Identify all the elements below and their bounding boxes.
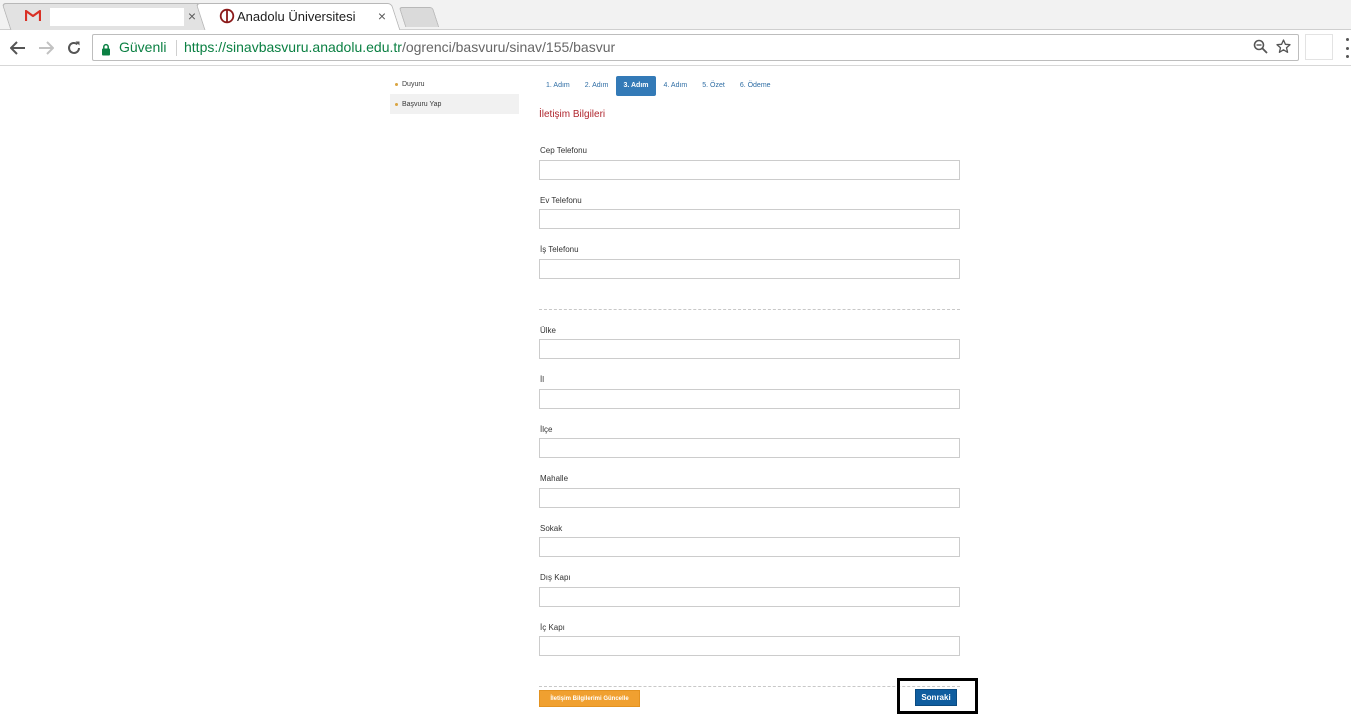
dis-kapi-input[interactable] [539, 587, 960, 607]
step-5[interactable]: 5. Özet [695, 76, 732, 96]
secure-label: Güvenli [119, 39, 167, 55]
dis-kapi-label: Dış Kapı [540, 573, 571, 582]
bullet-icon [395, 102, 398, 106]
step-6[interactable]: 6. Ödeme [733, 76, 778, 96]
ilce-label: İlçe [540, 425, 553, 434]
browser-tab-anadolu[interactable]: Anadolu Üniversitesi × [195, 3, 401, 30]
section-title: İletişim Bilgileri [539, 109, 606, 120]
forward-arrow-icon[interactable] [35, 37, 57, 59]
url-scheme: https:// [184, 39, 227, 55]
sidebar-item-duyuru[interactable]: Duyuru [390, 74, 519, 94]
step-3[interactable]: 3. Adım [616, 76, 656, 96]
tab-title-redacted [50, 8, 184, 26]
mahalle-label: Mahalle [540, 474, 569, 483]
cep-telefonu-label: Cep Telefonu [540, 146, 587, 155]
page-content: Duyuru Başvuru Yap 1. Adım 2. Adım 3. Ad… [0, 67, 1351, 726]
bookmark-star-icon[interactable] [1276, 39, 1291, 58]
section-divider [539, 309, 960, 310]
address-bar[interactable]: Güvenli https://sinavbasvuru.anadolu.edu… [92, 34, 1299, 61]
ev-telefonu-label: Ev Telefonu [540, 196, 582, 205]
url-host: sinavbasvuru.anadolu.edu.tr [226, 39, 402, 55]
browser-tab-bar: × Anadolu Üniversitesi × [0, 0, 1351, 30]
step-2[interactable]: 2. Adım [578, 76, 616, 96]
gmail-icon [24, 7, 42, 25]
sidebar-item-label: Duyuru [402, 80, 425, 88]
next-button[interactable]: Sonraki [915, 689, 957, 706]
url-path: /ogrenci/basvuru/sinav/155/basvur [401, 39, 616, 55]
tab-title: Anadolu Üniversitesi [237, 9, 356, 24]
url-text[interactable]: https://sinavbasvuru.anadolu.edu.tr/ogre… [184, 39, 615, 55]
zoom-icon[interactable] [1253, 39, 1268, 58]
il-label: İl [540, 375, 544, 384]
lock-icon [101, 41, 111, 60]
step-1[interactable]: 1. Adım [539, 76, 577, 96]
sokak-input[interactable] [539, 537, 960, 557]
close-tab-icon[interactable]: × [378, 8, 386, 24]
omnibox-divider [176, 40, 177, 56]
reload-icon[interactable] [63, 37, 85, 59]
step-4[interactable]: 4. Adım [657, 76, 695, 96]
ev-telefonu-input[interactable] [539, 209, 960, 229]
is-telefonu-input[interactable] [539, 259, 960, 279]
ulke-label: Ülke [540, 326, 557, 335]
sokak-label: Sokak [540, 524, 563, 533]
back-arrow-icon[interactable] [7, 37, 29, 59]
side-menu: Duyuru Başvuru Yap [390, 74, 519, 114]
mahalle-input[interactable] [539, 488, 960, 508]
new-tab-button[interactable] [398, 7, 440, 27]
is-telefonu-label: İş Telefonu [540, 245, 579, 254]
ulke-input[interactable] [539, 339, 960, 359]
ic-kapi-input[interactable] [539, 636, 960, 656]
il-input[interactable] [539, 389, 960, 409]
bullet-icon [395, 82, 398, 86]
ilce-input[interactable] [539, 438, 960, 458]
extension-button[interactable] [1305, 34, 1333, 60]
update-contact-button[interactable]: İletişim Bilgilerimi Güncelle [539, 690, 640, 707]
browser-toolbar: Güvenli https://sinavbasvuru.anadolu.edu… [0, 30, 1351, 66]
browser-tab-gmail[interactable]: × [1, 3, 211, 30]
close-tab-icon[interactable]: × [188, 8, 196, 24]
wizard-steps: 1. Adım 2. Adım 3. Adım 4. Adım 5. Özet … [539, 76, 779, 96]
ic-kapi-label: İç Kapı [540, 623, 565, 632]
anadolu-logo-icon [218, 7, 236, 25]
sidebar-item-label: Başvuru Yap [402, 100, 442, 108]
browser-menu-icon[interactable] [1344, 38, 1350, 58]
sidebar-item-basvuru-yap[interactable]: Başvuru Yap [390, 94, 519, 114]
cep-telefonu-input[interactable] [539, 160, 960, 180]
